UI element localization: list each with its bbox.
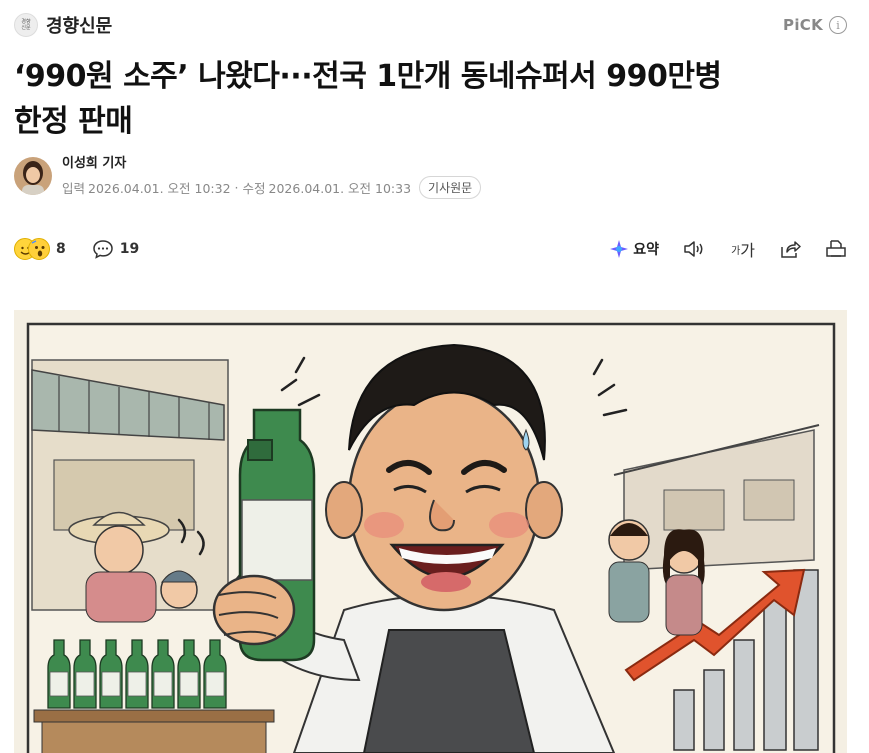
share-button[interactable] bbox=[779, 239, 801, 259]
share-icon bbox=[781, 241, 801, 258]
reaction-button[interactable]: 8 bbox=[14, 238, 66, 260]
press-name[interactable]: 경향신문 bbox=[46, 12, 112, 38]
published-date: 2026.04.01. 오전 10:32 bbox=[88, 181, 231, 196]
article-headline: ‘990원 소주’ 나왔다···전국 1만개 동네슈퍼서 990만병 한정 판매 bbox=[14, 54, 854, 144]
byline-text: 이성희 기자 입력 2026.04.01. 오전 10:32 · 수정 2026… bbox=[62, 152, 482, 199]
published-label: 입력 bbox=[62, 181, 86, 196]
date-separator: · bbox=[234, 180, 239, 195]
byline: 이성희 기자 입력 2026.04.01. 오전 10:32 · 수정 2026… bbox=[14, 152, 482, 199]
press-header: 경향 신문 경향신문 PiCK i bbox=[14, 10, 847, 40]
headline-line-1: ‘990원 소주’ 나왔다···전국 1만개 동네슈퍼서 990만병 bbox=[14, 59, 722, 94]
reporter-name[interactable]: 이성희 기자 bbox=[62, 152, 481, 171]
article-toolbar: 8 19 요약 가가 bbox=[14, 232, 847, 266]
article-tools: 요약 가가 bbox=[585, 237, 847, 261]
modified-date: 2026.04.01. 오전 10:33 bbox=[268, 181, 412, 196]
modified-label: 수정 bbox=[242, 181, 266, 196]
font-size-small-label: 가 bbox=[731, 245, 741, 257]
info-icon[interactable]: i bbox=[829, 16, 847, 34]
comment-button[interactable]: 19 bbox=[92, 238, 139, 260]
font-size-large-label: 가 bbox=[740, 241, 755, 260]
comment-count: 19 bbox=[119, 241, 140, 257]
summary-button[interactable]: 요약 bbox=[609, 239, 659, 259]
summary-label: 요약 bbox=[633, 242, 660, 258]
article-hero-illustration bbox=[14, 310, 847, 753]
surprised-emoji-icon bbox=[28, 238, 50, 260]
comment-icon bbox=[92, 240, 113, 259]
reaction-count: 8 bbox=[56, 241, 66, 257]
pick-area: PiCK i bbox=[783, 16, 847, 34]
listen-button[interactable] bbox=[683, 239, 707, 259]
pick-label: PiCK bbox=[783, 16, 823, 34]
font-size-button[interactable]: 가가 bbox=[731, 237, 755, 261]
print-button[interactable] bbox=[825, 239, 847, 259]
press-logo-text: 경향 신문 bbox=[21, 19, 31, 31]
headline-line-2: 한정 판매 bbox=[14, 104, 133, 139]
original-article-button[interactable]: 기사원문 bbox=[419, 176, 482, 199]
print-icon bbox=[826, 240, 846, 257]
press-logo[interactable]: 경향 신문 bbox=[14, 13, 38, 37]
speaker-icon bbox=[684, 241, 703, 257]
ai-summary-icon bbox=[610, 240, 629, 258]
article-dates: 입력 2026.04.01. 오전 10:32 · 수정 2026.04.01.… bbox=[62, 176, 482, 199]
reporter-avatar[interactable] bbox=[14, 156, 52, 195]
